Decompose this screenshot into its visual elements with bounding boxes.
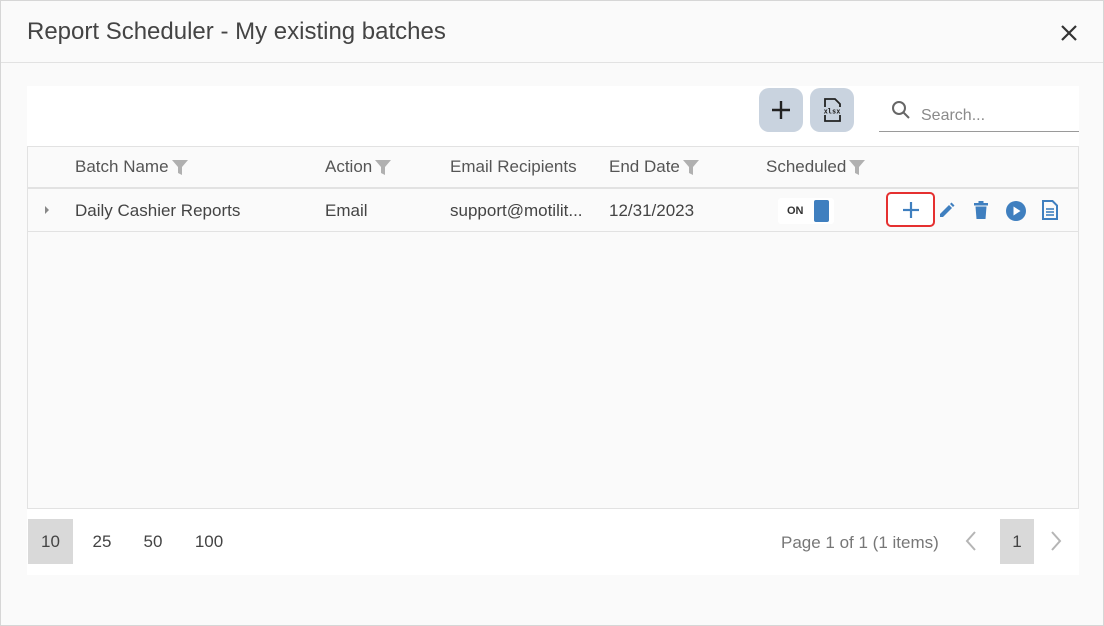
pager-info: Page 1 of 1 (1 items) — [781, 533, 939, 552]
filter-icon[interactable] — [171, 158, 189, 176]
view-batch-log-button[interactable] — [1040, 199, 1060, 221]
svg-text:xlsx: xlsx — [824, 108, 842, 116]
page-size-10[interactable]: 10 — [28, 519, 73, 564]
document-icon — [1042, 200, 1058, 220]
batches-grid: Batch Name Action Email Recipients End D… — [27, 146, 1079, 509]
dialog-header: Report Scheduler - My existing batches — [1, 1, 1103, 63]
grid-toolbar: xlsx — [27, 86, 1079, 146]
report-scheduler-dialog: Report Scheduler - My existing batches x… — [0, 0, 1104, 626]
filter-icon[interactable] — [682, 158, 700, 176]
filter-icon[interactable] — [848, 158, 866, 176]
xlsx-icon: xlsx — [822, 98, 842, 122]
column-label: End Date — [609, 157, 680, 176]
pencil-icon — [940, 202, 955, 217]
previous-page-button[interactable] — [964, 529, 978, 558]
column-label: Email Recipients — [450, 157, 577, 176]
cell-email-recipients: support@motilit... — [450, 201, 583, 220]
plus-icon — [772, 101, 790, 119]
cell-batch-name: Daily Cashier Reports — [75, 201, 241, 220]
edit-batch-button[interactable] — [937, 200, 957, 220]
add-row-button[interactable] — [886, 192, 935, 227]
page-size-50[interactable]: 50 — [133, 519, 173, 564]
toggle-label: ON — [787, 205, 804, 217]
column-label: Action — [325, 157, 373, 176]
export-xlsx-button[interactable]: xlsx — [810, 88, 854, 132]
expand-row-button[interactable] — [42, 203, 52, 221]
filter-icon[interactable] — [374, 158, 392, 176]
delete-batch-button[interactable] — [971, 199, 991, 221]
chevron-left-icon — [965, 531, 976, 551]
column-label: Batch Name — [75, 157, 169, 176]
column-header-end-date[interactable]: End Date — [609, 157, 700, 177]
caret-right-icon — [45, 206, 49, 214]
run-batch-button[interactable] — [1004, 199, 1028, 223]
close-button[interactable] — [1055, 19, 1083, 47]
next-page-button[interactable] — [1049, 529, 1063, 558]
column-header-scheduled[interactable]: Scheduled — [766, 157, 866, 177]
trash-icon — [974, 201, 988, 219]
search-box — [879, 96, 1079, 132]
play-icon — [1006, 201, 1026, 221]
page-size-100[interactable]: 100 — [185, 519, 233, 564]
column-header-action[interactable]: Action — [325, 157, 392, 177]
search-icon — [892, 101, 910, 119]
scheduled-toggle[interactable]: ON — [778, 198, 834, 224]
column-header-batch-name[interactable]: Batch Name — [75, 157, 189, 177]
grid-header: Batch Name Action Email Recipients End D… — [28, 147, 1078, 189]
add-batch-button[interactable] — [759, 88, 803, 132]
cell-action: Email — [325, 201, 368, 220]
grid-pager: 10 25 50 100 Page 1 of 1 (1 items) 1 — [27, 509, 1079, 575]
toggle-thumb[interactable] — [814, 200, 829, 222]
page-size-25[interactable]: 25 — [82, 519, 122, 564]
dialog-title: Report Scheduler - My existing batches — [27, 18, 446, 45]
plus-icon — [902, 201, 919, 218]
column-header-email-recipients[interactable]: Email Recipients — [450, 157, 577, 177]
page-number-1[interactable]: 1 — [1000, 519, 1034, 564]
chevron-right-icon — [1051, 531, 1062, 551]
column-label: Scheduled — [766, 157, 847, 176]
search-input[interactable] — [921, 104, 1071, 128]
table-row[interactable]: Daily Cashier Reports Email support@moti… — [28, 190, 1078, 232]
cell-end-date: 12/31/2023 — [609, 201, 695, 220]
close-icon — [1061, 25, 1077, 41]
